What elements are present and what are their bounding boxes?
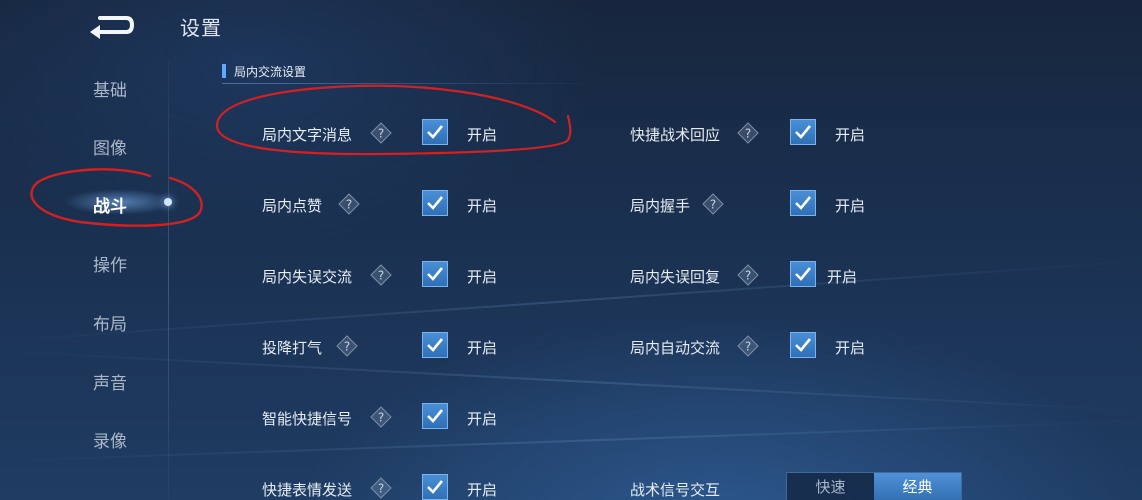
setting-label: 局内点赞 xyxy=(262,197,323,215)
help-icon[interactable]: ? xyxy=(737,264,759,286)
svg-text:?: ? xyxy=(346,198,352,212)
smart-signal-checkbox[interactable] xyxy=(422,403,448,429)
sidebar-item-graphics[interactable]: 图像 xyxy=(70,134,150,159)
setting-label: 战术信号交互 xyxy=(630,481,721,499)
page-title: 设置 xyxy=(180,16,222,40)
segment-quick[interactable]: 快速 xyxy=(787,473,874,500)
setting-smart-signal: 智能快捷信号 ? 开启 xyxy=(262,403,522,433)
svg-text:?: ? xyxy=(378,127,384,141)
setting-label: 快捷战术回应 xyxy=(630,126,721,144)
bg-wave xyxy=(0,350,1142,412)
surrender-cheer-checkbox[interactable] xyxy=(422,332,448,358)
help-icon[interactable]: ? xyxy=(336,335,358,357)
checkmark-icon xyxy=(795,125,812,139)
sidebar-item-controls[interactable]: 操作 xyxy=(70,251,150,276)
checkmark-icon xyxy=(795,196,812,210)
setting-state: 开启 xyxy=(467,268,498,286)
setting-quick-emote: 快捷表情发送 ? 开启 xyxy=(262,474,522,500)
back-arrow-icon xyxy=(90,16,135,39)
section-header: 局内交流设置 xyxy=(222,60,522,82)
sidebar-item-replay[interactable]: 录像 xyxy=(70,427,150,452)
handshake-checkbox[interactable] xyxy=(790,190,816,216)
setting-state: 开启 xyxy=(835,126,866,144)
setting-state: 开启 xyxy=(467,410,498,428)
mistake-reply-checkbox[interactable] xyxy=(790,261,816,287)
checkmark-icon xyxy=(795,338,812,352)
sidebar-active-indicator xyxy=(164,198,172,206)
setting-surrender-cheer: 投降打气 ? 开启 xyxy=(262,332,522,362)
svg-text:?: ? xyxy=(378,482,384,496)
tactical-response-checkbox[interactable] xyxy=(790,119,816,145)
checkmark-icon xyxy=(795,267,812,281)
mistake-chat-checkbox[interactable] xyxy=(422,261,448,287)
setting-chat-message: 局内文字消息 ? 开启 xyxy=(262,119,522,149)
section-title: 局内交流设置 xyxy=(234,64,307,79)
setting-label: 局内自动交流 xyxy=(630,339,721,357)
setting-state: 开启 xyxy=(467,481,498,499)
checkmark-icon xyxy=(427,338,444,352)
bg-wave xyxy=(0,420,1142,462)
help-icon[interactable]: ? xyxy=(370,264,392,286)
svg-text:?: ? xyxy=(745,269,751,283)
svg-text:?: ? xyxy=(745,340,751,354)
tactical-signal-segmented-control: 快速 经典 xyxy=(786,472,962,500)
auto-chat-checkbox[interactable] xyxy=(790,332,816,358)
setting-state: 开启 xyxy=(835,197,866,215)
setting-tactical-response: 快捷战术回应 ? 开启 xyxy=(630,119,890,149)
help-icon[interactable]: ? xyxy=(370,406,392,428)
setting-label: 局内握手 xyxy=(630,197,691,215)
checkmark-icon xyxy=(427,125,444,139)
setting-tactical-signal: 战术信号交互 xyxy=(630,474,790,500)
setting-label: 局内失误回复 xyxy=(630,268,721,286)
setting-auto-chat: 局内自动交流 ? 开启 xyxy=(630,332,890,362)
setting-label: 快捷表情发送 xyxy=(262,481,353,499)
section-marker xyxy=(222,64,226,78)
svg-text:?: ? xyxy=(344,340,350,354)
setting-state: 开启 xyxy=(827,268,858,286)
svg-text:?: ? xyxy=(710,198,716,212)
setting-like: 局内点赞 ? 开启 xyxy=(262,190,522,220)
sidebar-item-sound[interactable]: 声音 xyxy=(70,369,150,394)
svg-text:?: ? xyxy=(378,411,384,425)
setting-label: 投降打气 xyxy=(262,339,323,357)
setting-label: 智能快捷信号 xyxy=(262,410,353,428)
checkmark-icon xyxy=(427,480,444,494)
help-icon[interactable]: ? xyxy=(338,193,360,215)
svg-text:?: ? xyxy=(745,127,751,141)
help-icon[interactable]: ? xyxy=(702,193,724,215)
sidebar-item-combat[interactable]: 战斗 xyxy=(70,192,150,217)
section-divider xyxy=(222,83,602,84)
chat-message-checkbox[interactable] xyxy=(422,119,448,145)
sidebar-divider xyxy=(168,60,169,500)
help-icon[interactable]: ? xyxy=(737,335,759,357)
svg-text:?: ? xyxy=(378,269,384,283)
checkmark-icon xyxy=(427,409,444,423)
setting-label: 局内文字消息 xyxy=(262,126,353,144)
setting-label: 局内失误交流 xyxy=(262,268,353,286)
back-button[interactable] xyxy=(86,10,136,40)
setting-mistake-reply: 局内失误回复 ? 开启 xyxy=(630,261,890,291)
setting-state: 开启 xyxy=(467,197,498,215)
bg-wave xyxy=(1,260,1141,342)
like-checkbox[interactable] xyxy=(422,190,448,216)
setting-state: 开启 xyxy=(467,126,498,144)
sidebar-item-layout[interactable]: 布局 xyxy=(70,310,150,335)
segment-classic[interactable]: 经典 xyxy=(874,473,961,500)
sidebar-item-basic[interactable]: 基础 xyxy=(70,76,150,101)
setting-state: 开启 xyxy=(467,339,498,357)
help-icon[interactable]: ? xyxy=(370,477,392,499)
setting-state: 开启 xyxy=(835,339,866,357)
help-icon[interactable]: ? xyxy=(370,122,392,144)
setting-handshake: 局内握手 ? 开启 xyxy=(630,190,890,220)
checkmark-icon xyxy=(427,267,444,281)
annotation-overlay xyxy=(30,84,572,227)
checkmark-icon xyxy=(427,196,444,210)
help-icon[interactable]: ? xyxy=(737,122,759,144)
quick-emote-checkbox[interactable] xyxy=(422,474,448,500)
setting-mistake-chat: 局内失误交流 ? 开启 xyxy=(262,261,522,291)
